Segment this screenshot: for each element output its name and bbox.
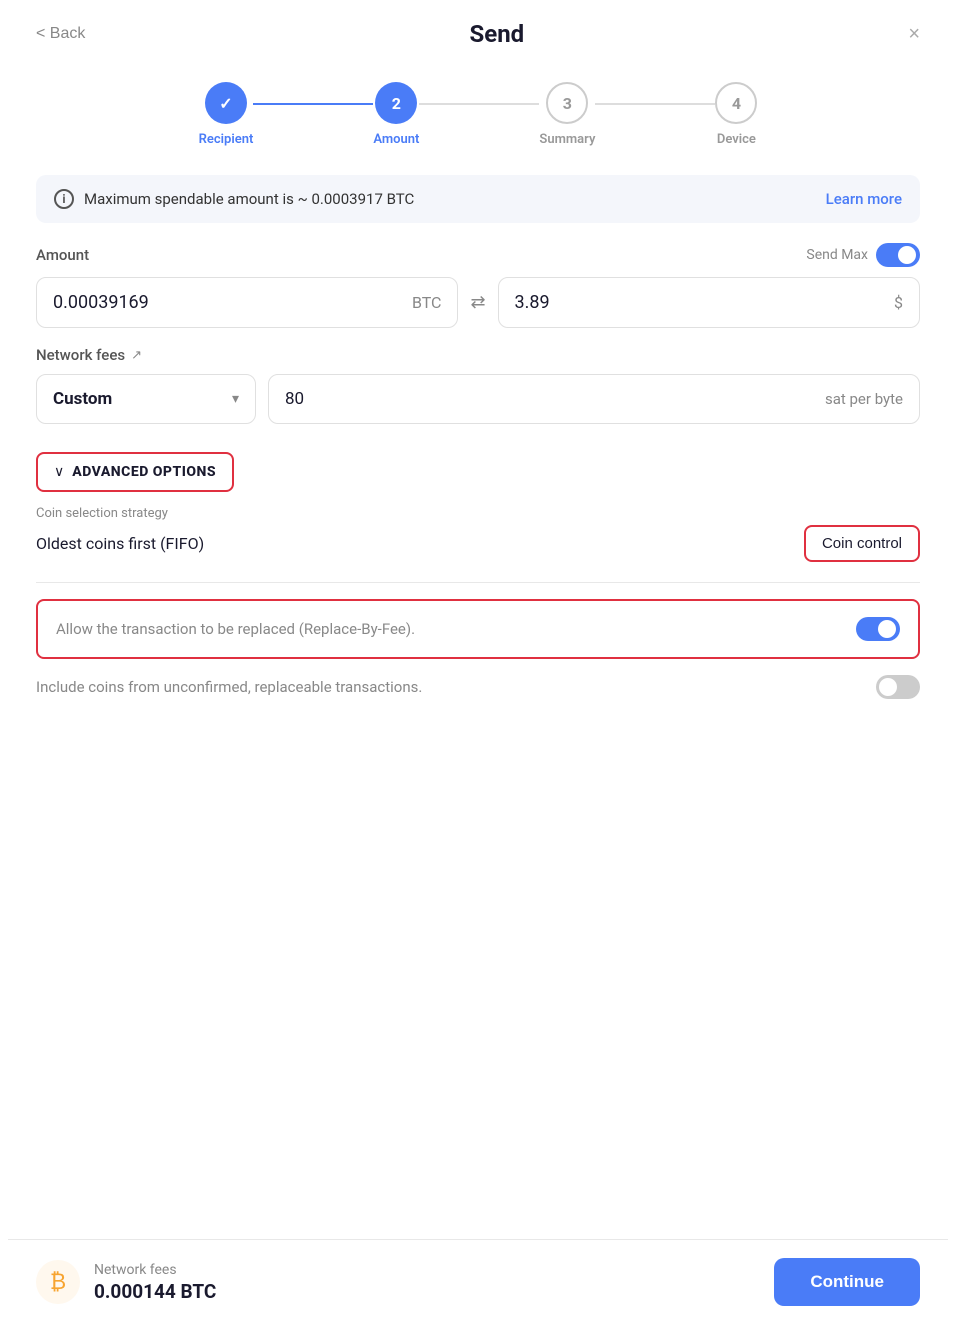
step-label-2: Amount: [373, 132, 419, 147]
step-line-2: [419, 103, 539, 105]
btc-icon: ₿: [36, 1260, 80, 1304]
back-button[interactable]: < Back: [36, 25, 85, 43]
send-max-row: Send Max: [806, 243, 920, 267]
fee-value: 80: [285, 389, 304, 409]
chevron-down-icon: ▾: [232, 391, 239, 407]
fee-dropdown-value: Custom: [53, 389, 112, 409]
fee-dropdown[interactable]: Custom ▾: [36, 374, 256, 424]
coin-selection-row: Oldest coins first (FIFO) Coin control: [36, 525, 920, 562]
step-circle-1: ✓: [205, 82, 247, 124]
info-banner: i Maximum spendable amount is ~ 0.000391…: [36, 175, 920, 223]
learn-more-link[interactable]: Learn more: [826, 190, 902, 208]
rbf-toggle[interactable]: [856, 617, 900, 641]
close-button[interactable]: ×: [908, 23, 920, 46]
fee-unit: sat per byte: [825, 390, 903, 408]
btc-value: 0.00039169: [53, 292, 149, 313]
page-title: Send: [469, 20, 524, 48]
info-icon: i: [54, 189, 74, 209]
advanced-options-button[interactable]: ∨ ADVANCED OPTIONS: [36, 452, 234, 492]
coin-control-button[interactable]: Coin control: [804, 525, 920, 562]
coin-selection-section: Coin selection strategy Oldest coins fir…: [8, 506, 948, 562]
step-label-3: Summary: [539, 132, 595, 147]
amount-label: Amount: [36, 246, 89, 264]
unconfirmed-label: Include coins from unconfirmed, replacea…: [36, 678, 876, 696]
continue-button[interactable]: Continue: [774, 1258, 920, 1306]
btc-currency: BTC: [412, 293, 442, 312]
footer-fees-value: 0.000144 BTC: [94, 1280, 216, 1303]
unconfirmed-toggle[interactable]: [876, 675, 920, 699]
step-amount: 2 Amount: [373, 82, 419, 147]
stepper: ✓ Recipient 2 Amount 3 Summary 4 Device: [8, 58, 948, 175]
fiat-value: 3.89: [515, 292, 550, 313]
fiat-input-box[interactable]: 3.89 $: [498, 277, 920, 328]
step-circle-2: 2: [375, 82, 417, 124]
amount-inputs-row: 0.00039169 BTC ⇄ 3.89 $: [36, 277, 920, 328]
info-text: Maximum spendable amount is ~ 0.0003917 …: [84, 190, 414, 208]
fees-row: Custom ▾ 80 sat per byte: [36, 374, 920, 424]
footer: ₿ Network fees 0.000144 BTC Continue: [8, 1239, 948, 1324]
advanced-options-chevron: ∨: [54, 464, 64, 480]
send-max-toggle[interactable]: [876, 243, 920, 267]
fiat-currency: $: [894, 293, 903, 312]
coin-selection-value: Oldest coins first (FIFO): [36, 534, 204, 553]
rbf-label: Allow the transaction to be replaced (Re…: [56, 620, 856, 638]
step-circle-4: 4: [715, 82, 757, 124]
step-label-1: Recipient: [199, 132, 254, 147]
fee-value-box[interactable]: 80 sat per byte: [268, 374, 920, 424]
coin-selection-strategy-label: Coin selection strategy: [36, 506, 920, 521]
step-line-1: [253, 103, 373, 105]
amount-section: Amount Send Max 0.00039169 BTC ⇄ 3.89 $: [8, 243, 948, 328]
send-max-label: Send Max: [806, 247, 868, 263]
step-device: 4 Device: [715, 82, 757, 147]
advanced-options-label: ADVANCED OPTIONS: [72, 464, 216, 480]
network-fees-label: Network fees ↗: [36, 346, 920, 364]
divider-1: [36, 582, 920, 583]
rbf-section: Allow the transaction to be replaced (Re…: [36, 599, 920, 659]
close-icon: ×: [908, 23, 920, 45]
footer-left: ₿ Network fees 0.000144 BTC: [36, 1260, 216, 1304]
footer-fees-label: Network fees: [94, 1262, 216, 1278]
swap-icon[interactable]: ⇄: [470, 292, 485, 313]
network-fees-section: Network fees ↗ Custom ▾ 80 sat per byte: [8, 346, 948, 424]
step-summary: 3 Summary: [539, 82, 595, 147]
step-recipient: ✓ Recipient: [199, 82, 254, 147]
btc-input-box[interactable]: 0.00039169 BTC: [36, 277, 458, 328]
step-label-4: Device: [717, 132, 756, 147]
external-link-icon[interactable]: ↗: [131, 348, 142, 363]
step-circle-3: 3: [546, 82, 588, 124]
step-line-3: [595, 103, 715, 105]
back-label: < Back: [36, 25, 85, 43]
unconfirmed-section: Include coins from unconfirmed, replacea…: [8, 675, 948, 699]
